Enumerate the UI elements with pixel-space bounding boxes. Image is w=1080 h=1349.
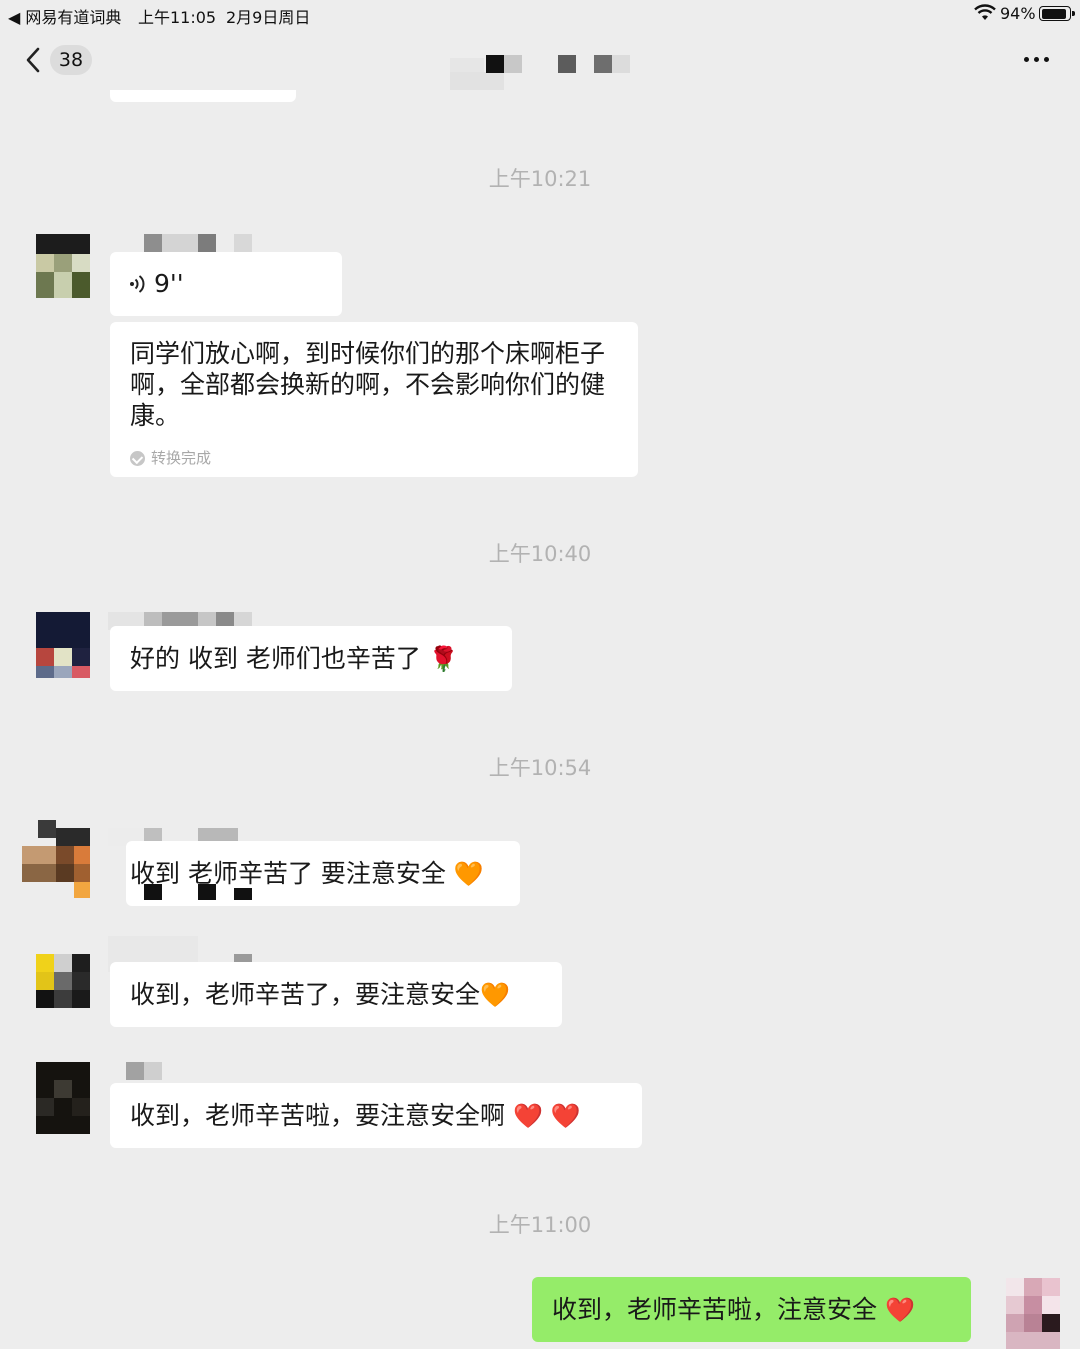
sender-name-mosaic — [126, 1062, 162, 1080]
red-heart-emoji: ❤️ ❤️ — [512, 1102, 581, 1130]
message-bubble[interactable]: 收到，老师辛苦了，要注意安全🧡 — [110, 962, 562, 1027]
transcript-status-label: 转换完成 — [151, 449, 212, 467]
unread-count-badge[interactable]: 38 — [50, 45, 92, 75]
outgoing-message-bubble[interactable]: 收到，老师辛苦啦，注意安全 ❤️ — [532, 1277, 971, 1342]
more-dots-icon[interactable] — [1022, 55, 1052, 65]
name-mosaic-overlay — [144, 884, 254, 900]
status-time: 上午11:05 — [138, 8, 217, 27]
back-to-app-link[interactable]: ◀ 网易有道词典 — [8, 4, 121, 28]
avatar[interactable] — [36, 954, 92, 1008]
voice-transcript: 同学们放心啊，到时候你们的那个床啊柜子啊，全部都会换新的啊，不会影响你们的健康。 — [130, 339, 606, 430]
avatar[interactable] — [36, 612, 92, 678]
avatar[interactable] — [36, 234, 92, 300]
battery-fill — [1041, 8, 1066, 19]
message-text: 收到，老师辛苦了，要注意安全🧡 — [130, 980, 510, 1009]
voice-duration: 9'' — [154, 269, 184, 298]
timestamp: 上午11:00 — [488, 1213, 592, 1237]
message-bubble[interactable]: 好的 收到 老师们也辛苦了 🌹 — [110, 626, 512, 691]
chevron-left-icon[interactable] — [22, 44, 52, 76]
transcript-status: 转换完成 — [130, 442, 211, 474]
chat-title-mosaic — [450, 52, 632, 90]
timestamp: 上午10:21 — [488, 167, 592, 191]
timestamp: 上午10:40 — [488, 542, 592, 566]
orange-heart-emoji: 🧡 — [480, 981, 510, 1009]
avatar[interactable] — [22, 820, 92, 900]
avatar[interactable] — [36, 1062, 92, 1134]
battery-icon — [1039, 6, 1075, 21]
message-text: 好的 收到 老师们也辛苦了 🌹 — [130, 644, 459, 673]
previous-message-bubble — [110, 90, 296, 102]
sender-name-mosaic — [144, 234, 254, 252]
timestamp: 上午10:54 — [488, 756, 592, 780]
orange-heart-emoji: 🧡 — [453, 860, 484, 888]
battery-percent: 94% — [1000, 4, 1036, 23]
status-date: 2月9日周日 — [226, 8, 311, 27]
voice-transcript-bubble[interactable]: 同学们放心啊，到时候你们的那个床啊柜子啊，全部都会换新的啊，不会影响你们的健康。… — [110, 322, 638, 477]
rose-emoji: 🌹 — [428, 645, 459, 673]
message-bubble[interactable]: 收到，老师辛苦啦，要注意安全啊 ❤️ ❤️ — [110, 1083, 642, 1148]
check-circle-icon — [130, 450, 145, 466]
wifi-icon — [974, 4, 996, 20]
my-avatar[interactable] — [1006, 1278, 1064, 1349]
voice-message-bubble[interactable]: 9'' — [110, 252, 342, 316]
message-text: 收到，老师辛苦啦，要注意安全啊 ❤️ ❤️ — [130, 1101, 581, 1130]
status-bar: ◀ 网易有道词典 上午11:05 2月9日周日 94% — [0, 0, 1080, 28]
voice-wave-icon — [130, 275, 145, 293]
message-text: 收到，老师辛苦啦，注意安全 ❤️ — [552, 1295, 915, 1324]
red-heart-emoji: ❤️ — [884, 1296, 915, 1324]
